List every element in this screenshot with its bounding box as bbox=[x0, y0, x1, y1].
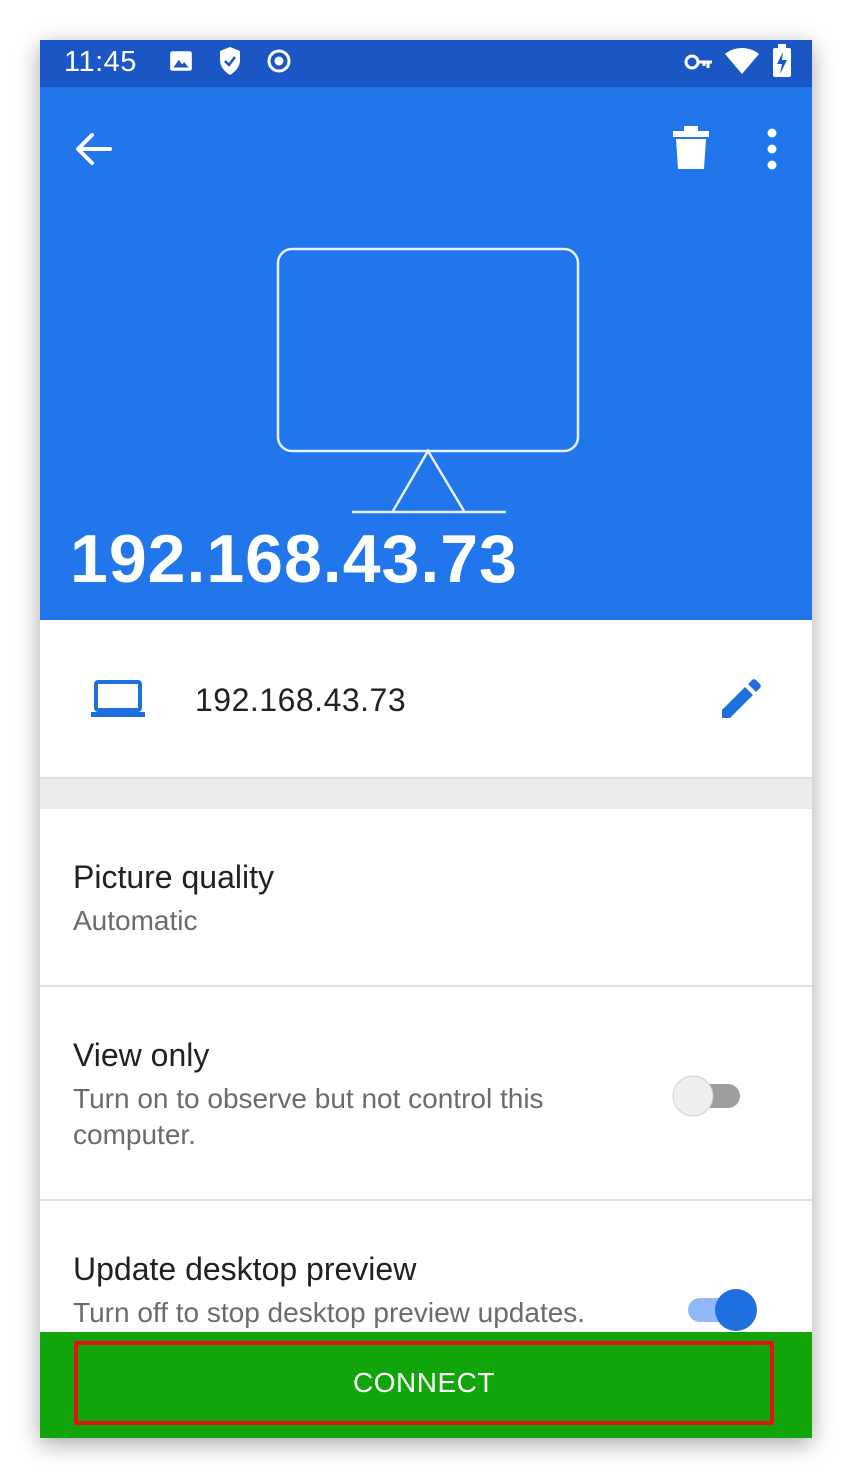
back-arrow-icon[interactable] bbox=[72, 127, 116, 176]
edit-pencil-icon[interactable] bbox=[718, 678, 762, 727]
update-preview-title: Update desktop preview bbox=[73, 1251, 417, 1287]
picture-quality-title: Picture quality bbox=[73, 859, 274, 895]
battery-charging-icon bbox=[772, 44, 792, 83]
address-card: 192.168.43.73 bbox=[40, 620, 812, 777]
picture-quality-value: Automatic bbox=[73, 905, 198, 936]
status-time: 11:45 bbox=[64, 46, 137, 78]
view-only-title: View only bbox=[73, 1037, 210, 1073]
view-only-switch[interactable] bbox=[668, 1071, 744, 1126]
device-header: 192.168.43.73 bbox=[40, 87, 812, 637]
shield-icon bbox=[218, 46, 242, 81]
monitor-icon bbox=[276, 247, 580, 522]
laptop-icon bbox=[91, 680, 145, 723]
connect-button[interactable]: CONNECT bbox=[74, 1341, 774, 1425]
address-text: 192.168.43.73 bbox=[195, 682, 407, 718]
vpn-key-icon bbox=[684, 52, 714, 77]
update-preview-description: Turn off to stop desktop preview updates… bbox=[73, 1297, 586, 1328]
connect-bar: CONNECT bbox=[40, 1332, 812, 1438]
more-vert-icon[interactable] bbox=[762, 127, 782, 176]
device-title: 192.168.43.73 bbox=[70, 521, 518, 597]
status-bar: 11:45 bbox=[40, 40, 812, 87]
view-only-description: Turn on to observe but not control this … bbox=[73, 1083, 544, 1150]
view-only-row[interactable]: View only Turn on to observe but not con… bbox=[40, 987, 812, 1201]
image-icon bbox=[168, 48, 194, 79]
picture-quality-row[interactable]: Picture quality Automatic bbox=[40, 809, 812, 987]
phone-screen: 11:45 192.168.43.73 192.168.43.73 Pictur… bbox=[40, 40, 812, 1438]
trash-icon[interactable] bbox=[670, 125, 712, 176]
record-icon bbox=[266, 48, 292, 79]
wifi-icon bbox=[724, 47, 760, 80]
